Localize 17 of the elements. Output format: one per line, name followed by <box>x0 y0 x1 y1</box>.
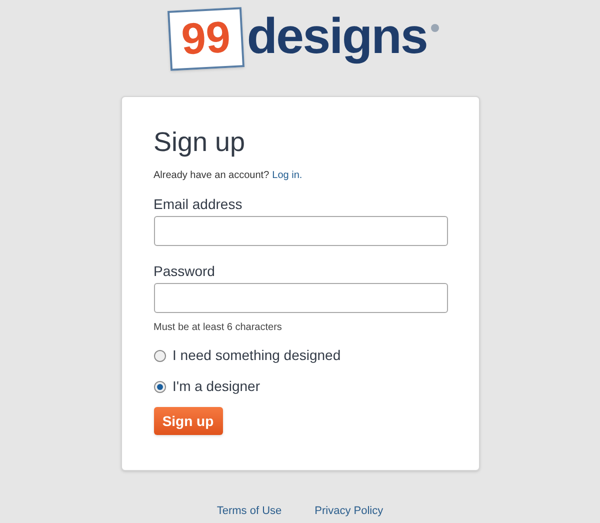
logo-number: 99 <box>180 16 232 62</box>
field-label: Password <box>154 262 216 280</box>
footer-link[interactable]: Privacy Policy <box>314 503 384 520</box>
input-field[interactable] <box>154 216 448 246</box>
radio-button[interactable] <box>154 350 166 362</box>
radio-label: I need something designed <box>172 346 341 365</box>
footer-link[interactable]: Terms of Use <box>216 503 282 520</box>
radio-label: I'm a designer <box>172 377 260 396</box>
input-field[interactable] <box>154 283 448 313</box>
field-label: Email address <box>154 195 244 213</box>
form-title: Sign up <box>154 129 246 156</box>
radio-button[interactable] <box>154 380 166 392</box>
account-prompt: Already have an account? <box>154 169 270 183</box>
registered-icon <box>431 24 440 32</box>
field-hint: Must be at least 6 characters <box>154 321 283 335</box>
login-link[interactable]: Log in. <box>272 168 302 183</box>
signup-button[interactable]: Sign up <box>154 407 222 435</box>
